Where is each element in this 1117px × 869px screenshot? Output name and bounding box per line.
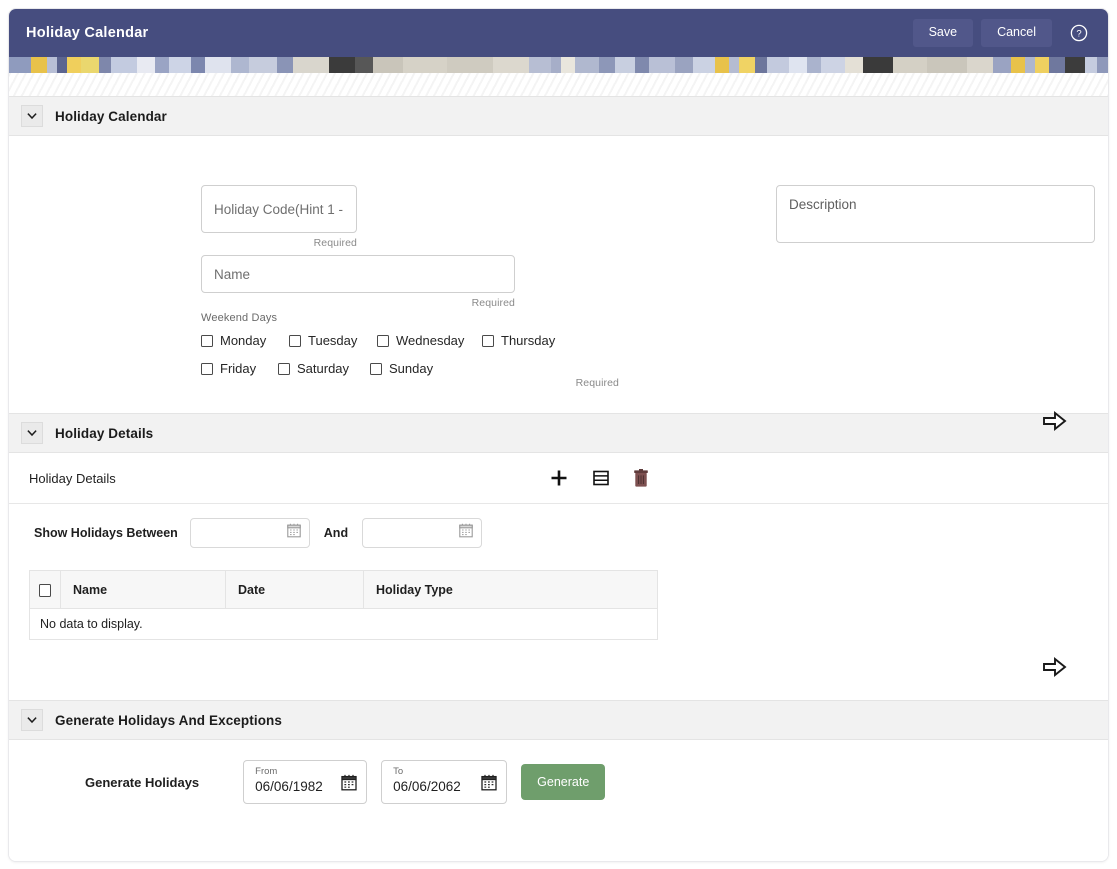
checkbox-box-icon[interactable] xyxy=(39,583,51,597)
name-required-note: Required xyxy=(471,297,515,309)
calendar-icon[interactable] xyxy=(459,523,473,543)
checkbox-box-icon[interactable] xyxy=(377,334,389,347)
calendar-icon[interactable] xyxy=(287,523,301,543)
holiday-code-input[interactable] xyxy=(201,185,357,233)
checkbox-box-icon[interactable] xyxy=(201,334,213,347)
checkbox-friday[interactable]: Friday xyxy=(201,361,278,376)
checkbox-box-icon[interactable] xyxy=(289,334,301,347)
checkbox-sunday[interactable]: Sunday xyxy=(370,361,433,376)
checkbox-box-icon[interactable] xyxy=(482,334,494,347)
calendar-icon[interactable] xyxy=(341,774,357,796)
checkbox-monday[interactable]: Monday xyxy=(201,333,289,348)
section-title: Generate Holidays And Exceptions xyxy=(55,712,283,728)
name-input[interactable] xyxy=(201,255,515,293)
checkbox-label: Wednesday xyxy=(396,333,465,348)
holiday-code-required-note: Required xyxy=(313,237,357,249)
calendar-icon[interactable] xyxy=(481,774,497,796)
checkbox-label: Saturday xyxy=(297,361,350,376)
arrow-right-icon[interactable] xyxy=(1042,410,1068,432)
holiday-filter-row: Show Holidays Between And xyxy=(9,504,1108,562)
description-textarea[interactable] xyxy=(776,185,1095,243)
section-holiday-calendar-header[interactable]: Holiday Calendar xyxy=(9,96,1108,136)
table-empty-message: No data to display. xyxy=(29,608,658,640)
weekend-days-label: Weekend Days xyxy=(201,312,278,324)
weekend-days-required-note: Required xyxy=(575,377,619,389)
generate-holidays-row: Generate Holidays From 06/06/1982 To 06/… xyxy=(9,740,1108,804)
section-holiday-calendar-body: Required Required Weekend Days Monday xyxy=(9,136,1108,431)
column-header-date[interactable]: Date xyxy=(225,570,364,609)
checkbox-box-icon[interactable] xyxy=(370,362,382,375)
section-holiday-calendar: Holiday Calendar Required Required Weeke… xyxy=(9,96,1108,431)
holiday-details-table-wrap: Name Date Holiday Type No data to displa… xyxy=(9,562,1108,640)
generate-holidays-label: Generate Holidays xyxy=(85,774,200,790)
add-icon[interactable] xyxy=(549,468,569,488)
table-body: No data to display. xyxy=(29,608,658,640)
generate-button[interactable]: Generate xyxy=(521,764,606,800)
table-empty-row: No data to display. xyxy=(29,608,658,640)
table-header-row: Name Date Holiday Type xyxy=(29,570,658,609)
column-header-name[interactable]: Name xyxy=(60,570,226,609)
holiday-details-toolbar: Holiday Details xyxy=(9,453,1108,504)
page-title: Holiday Calendar xyxy=(26,25,149,41)
save-button[interactable]: Save xyxy=(912,19,974,47)
toolbar-icon-group xyxy=(549,468,649,488)
checkbox-box-icon[interactable] xyxy=(201,362,213,375)
holiday-details-table: Name Date Holiday Type No data to displa… xyxy=(29,570,658,640)
filter-from-date-input[interactable] xyxy=(189,518,310,548)
section-holiday-details-header[interactable]: Holiday Details xyxy=(9,413,1108,453)
chevron-down-icon[interactable] xyxy=(21,105,43,127)
select-all-header[interactable] xyxy=(29,570,61,609)
filter-to-date-input[interactable] xyxy=(362,518,483,548)
generate-from-date-field[interactable]: From 06/06/1982 xyxy=(243,760,368,804)
section-holiday-details-body: Holiday Details Show Holidays Between An… xyxy=(9,453,1108,700)
svg-text:?: ? xyxy=(1076,29,1081,40)
filter-label: Show Holidays Between xyxy=(34,526,178,540)
holiday-code-field-group: Required xyxy=(201,185,357,249)
checkbox-wednesday[interactable]: Wednesday xyxy=(377,333,482,348)
section-title: Holiday Details xyxy=(55,425,154,441)
chevron-down-icon[interactable] xyxy=(21,709,43,731)
table-head: Name Date Holiday Type xyxy=(29,570,658,609)
section-generate-holidays: Generate Holidays And Exceptions Generat… xyxy=(9,700,1108,861)
delete-icon[interactable] xyxy=(633,468,649,488)
holiday-details-caption: Holiday Details xyxy=(29,470,116,486)
name-field-group: Required xyxy=(201,255,515,309)
help-circle-icon[interactable]: ? xyxy=(1064,18,1094,48)
section-generate-holidays-header[interactable]: Generate Holidays And Exceptions xyxy=(9,700,1108,740)
checkbox-label: Monday xyxy=(220,333,267,348)
checkbox-label: Sunday xyxy=(389,361,434,376)
generate-to-date-field[interactable]: To 06/06/2062 xyxy=(381,760,508,804)
chevron-down-icon[interactable] xyxy=(21,422,43,444)
decorative-fade-strip xyxy=(9,73,1108,96)
checkbox-box-icon[interactable] xyxy=(278,362,290,375)
arrow-right-icon[interactable] xyxy=(1042,656,1068,678)
checkbox-label: Thursday xyxy=(501,333,556,348)
cancel-button[interactable]: Cancel xyxy=(981,19,1052,47)
checkbox-label: Friday xyxy=(220,361,257,376)
checkbox-saturday[interactable]: Saturday xyxy=(278,361,370,376)
checkbox-tuesday[interactable]: Tuesday xyxy=(289,333,377,348)
app-header: Holiday Calendar Save Cancel ? xyxy=(9,9,1108,57)
grid-view-icon[interactable] xyxy=(592,469,610,487)
checkbox-thursday[interactable]: Thursday xyxy=(482,333,555,348)
section-generate-holidays-body: Generate Holidays From 06/06/1982 To 06/… xyxy=(9,740,1108,861)
column-header-holiday-type[interactable]: Holiday Type xyxy=(363,570,658,609)
section-holiday-details: Holiday Details Holiday Details Show Hol… xyxy=(9,413,1108,700)
checkbox-label: Tuesday xyxy=(308,333,358,348)
header-actions: Save Cancel ? xyxy=(912,18,1094,48)
filter-and-label: And xyxy=(323,526,349,540)
weekend-days-group: Weekend Days Monday Tuesday Wednesday Th… xyxy=(201,312,761,376)
section-title: Holiday Calendar xyxy=(55,108,167,124)
application-window: Holiday Calendar Save Cancel ? Holiday C… xyxy=(9,9,1108,861)
description-field-group xyxy=(776,185,1095,248)
decorative-texture-strip xyxy=(9,57,1108,73)
